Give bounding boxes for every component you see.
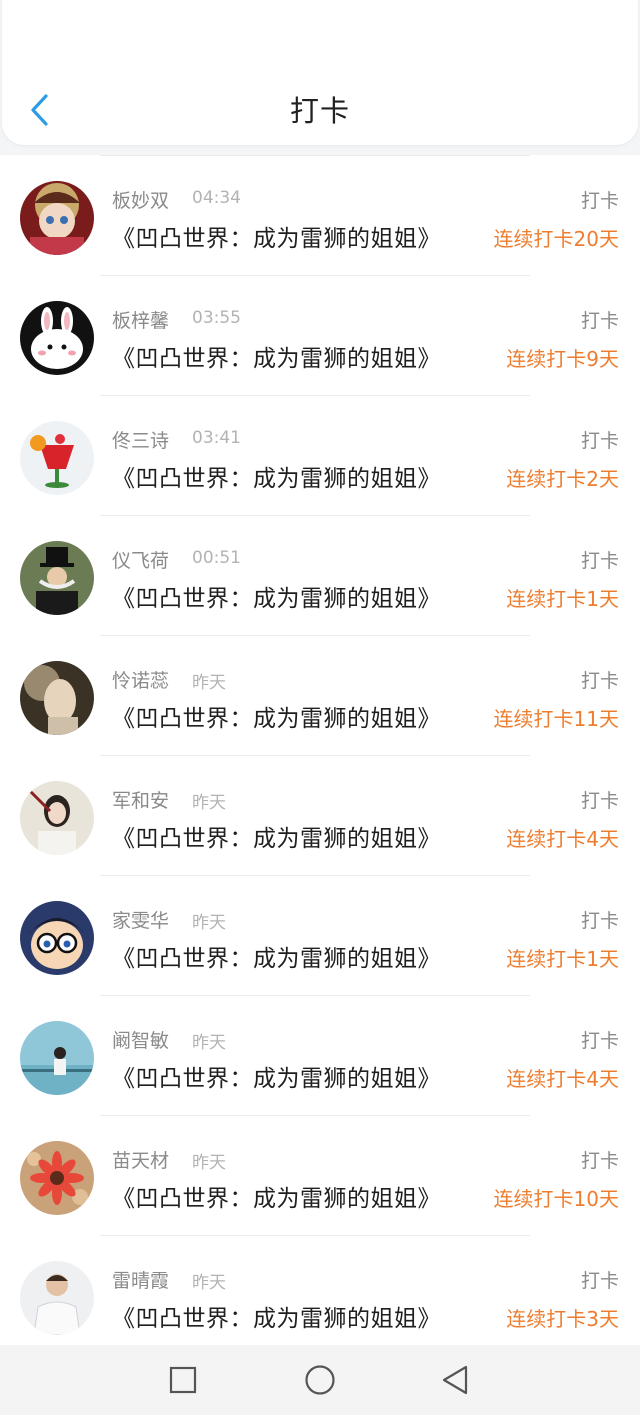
checkin-time: 昨天 (192, 1153, 226, 1173)
user-name: 板妙双 (112, 190, 170, 212)
streak-label: 连续打卡2天 (506, 467, 619, 491)
row-divider (100, 875, 530, 876)
action-label: 打卡 (580, 1150, 619, 1172)
book-title[interactable]: 《凹凸世界：成为雷狮的姐姐》 (112, 459, 441, 493)
streak-label: 连续打卡4天 (506, 827, 619, 851)
user-name: 家雯华 (112, 910, 170, 932)
checkin-time: 昨天 (192, 793, 226, 813)
checkin-time: 昨天 (192, 913, 226, 933)
book-title[interactable]: 《凹凸世界：成为雷狮的姐姐》 (112, 339, 441, 373)
man-white-shirt-avatar[interactable] (20, 1261, 94, 1335)
action-label: 打卡 (580, 670, 619, 692)
triangle-back-icon (442, 1365, 468, 1395)
flower-avatar[interactable] (20, 1141, 94, 1215)
user-name: 板梓馨 (112, 310, 170, 332)
circle-icon (305, 1365, 335, 1395)
checkin-row[interactable]: 苗天材 昨天 《凹凸世界：成为雷狮的姐姐》 打卡 连续打卡10天 (0, 1115, 640, 1235)
checkin-time: 昨天 (192, 1033, 226, 1053)
user-name: 怜诺蕊 (112, 670, 170, 692)
book-title[interactable]: 《凹凸世界：成为雷狮的姐姐》 (112, 1299, 441, 1333)
bunny-avatar[interactable] (20, 301, 94, 375)
checkin-time: 04:34 (192, 188, 241, 208)
row-divider (100, 515, 530, 516)
book-title[interactable]: 《凹凸世界：成为雷狮的姐姐》 (112, 1059, 441, 1093)
system-navigation-bar (0, 1345, 640, 1415)
user-name: 雷晴霞 (112, 1270, 170, 1292)
row-divider (100, 995, 530, 996)
anime-girl-avatar[interactable] (20, 181, 94, 255)
header-bar: 打卡 (2, 0, 638, 145)
streak-label: 连续打卡20天 (493, 227, 619, 251)
seaside-girl-avatar[interactable] (20, 1021, 94, 1095)
user-name: 苗天材 (112, 1150, 170, 1172)
action-label: 打卡 (580, 550, 619, 572)
action-label: 打卡 (580, 310, 619, 332)
action-label: 打卡 (580, 430, 619, 452)
action-label: 打卡 (580, 190, 619, 212)
streak-label: 连续打卡1天 (506, 947, 619, 971)
checkin-row[interactable]: 板梓馨 03:55 《凹凸世界：成为雷狮的姐姐》 打卡 连续打卡9天 (0, 275, 640, 395)
row-divider (100, 1235, 530, 1236)
checkin-time: 03:55 (192, 308, 241, 328)
book-title[interactable]: 《凹凸世界：成为雷狮的姐姐》 (112, 819, 441, 853)
action-label: 打卡 (580, 1030, 619, 1052)
book-title[interactable]: 《凹凸世界：成为雷狮的姐姐》 (112, 579, 441, 613)
checkin-row[interactable]: 阚智敏 昨天 《凹凸世界：成为雷狮的姐姐》 打卡 连续打卡4天 (0, 995, 640, 1115)
action-label: 打卡 (580, 1270, 619, 1292)
checkin-time: 昨天 (192, 1273, 226, 1293)
checkin-row[interactable]: 军和安 昨天 《凹凸世界：成为雷狮的姐姐》 打卡 连续打卡4天 (0, 755, 640, 875)
streak-label: 连续打卡1天 (506, 587, 619, 611)
checkin-time: 00:51 (192, 548, 241, 568)
user-name: 仪飞荷 (112, 550, 170, 572)
page-title: 打卡 (289, 94, 350, 128)
row-divider (100, 755, 530, 756)
streak-label: 连续打卡3天 (506, 1307, 619, 1331)
book-title[interactable]: 《凹凸世界：成为雷狮的姐姐》 (112, 219, 441, 253)
user-name: 佟三诗 (112, 430, 170, 452)
checkin-row[interactable]: 怜诺蕊 昨天 《凹凸世界：成为雷狮的姐姐》 打卡 连续打卡11天 (0, 635, 640, 755)
streak-label: 连续打卡9天 (506, 347, 619, 371)
woman-portrait-avatar[interactable] (20, 781, 94, 855)
square-icon (169, 1366, 197, 1394)
checkin-row[interactable]: 雷晴霞 昨天 《凹凸世界：成为雷狮的姐姐》 打卡 连续打卡3天 (0, 1235, 640, 1345)
book-title[interactable]: 《凹凸世界：成为雷狮的姐姐》 (112, 1179, 441, 1213)
streak-label: 连续打卡11天 (493, 707, 619, 731)
book-title[interactable]: 《凹凸世界：成为雷狮的姐姐》 (112, 939, 441, 973)
recents-button[interactable] (165, 1362, 201, 1398)
action-label: 打卡 (580, 910, 619, 932)
streak-label: 连续打卡10天 (493, 1187, 619, 1211)
blurred-girl-avatar[interactable] (20, 661, 94, 735)
row-divider (100, 155, 530, 156)
checkin-list[interactable]: 板妙双 04:34 《凹凸世界：成为雷狮的姐姐》 打卡 连续打卡20天 板梓馨 … (0, 155, 640, 1345)
user-name: 军和安 (112, 790, 170, 812)
row-divider (100, 635, 530, 636)
checkin-time: 昨天 (192, 673, 226, 693)
checkin-time: 03:41 (192, 428, 241, 448)
checkin-row[interactable]: 佟三诗 03:41 《凹凸世界：成为雷狮的姐姐》 打卡 连续打卡2天 (0, 395, 640, 515)
checkin-row[interactable]: 家雯华 昨天 《凹凸世界：成为雷狮的姐姐》 打卡 连续打卡1天 (0, 875, 640, 995)
row-divider (100, 395, 530, 396)
row-divider (100, 1115, 530, 1116)
row-divider (100, 275, 530, 276)
action-label: 打卡 (580, 790, 619, 812)
cartoon-boy-glasses-avatar[interactable] (20, 901, 94, 975)
book-title[interactable]: 《凹凸世界：成为雷狮的姐姐》 (112, 699, 441, 733)
home-button[interactable] (302, 1362, 338, 1398)
top-hat-man-avatar[interactable] (20, 541, 94, 615)
back-nav-button[interactable] (437, 1362, 473, 1398)
checkin-row[interactable]: 仪飞荷 00:51 《凹凸世界：成为雷狮的姐姐》 打卡 连续打卡1天 (0, 515, 640, 635)
checkin-row[interactable]: 板妙双 04:34 《凹凸世界：成为雷狮的姐姐》 打卡 连续打卡20天 (0, 155, 640, 275)
drink-avatar[interactable] (20, 421, 94, 495)
user-name: 阚智敏 (112, 1030, 170, 1052)
streak-label: 连续打卡4天 (506, 1067, 619, 1091)
